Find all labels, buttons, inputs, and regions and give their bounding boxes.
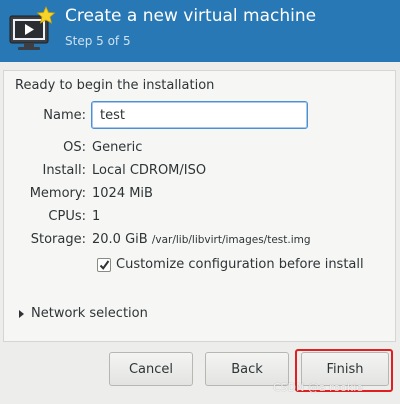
expander-arrow-icon [19, 309, 24, 318]
memory-value: 1024 MiB [92, 186, 153, 201]
cpus-label: CPUs: [48, 209, 86, 224]
customize-checkbox-row[interactable]: Customize configuration before install [97, 257, 364, 272]
storage-size: 20.0 GiB [92, 232, 148, 247]
network-selection-expander[interactable]: Network selection [19, 306, 148, 321]
wizard-title: Create a new virtual machine [65, 6, 317, 26]
storage-label: Storage: [30, 232, 86, 247]
os-label: OS: [63, 140, 86, 155]
wizard-step-indicator: Step 5 of 5 [65, 34, 131, 48]
storage-path: /var/lib/libvirt/images/test.img [151, 234, 311, 246]
watermark: CSDN @a rookie [273, 381, 364, 394]
install-value: Local CDROM/ISO [92, 163, 207, 178]
storage-value: 20.0 GiB /var/lib/libvirt/images/test.im… [92, 232, 311, 247]
checkmark-icon [99, 259, 110, 270]
install-label: Install: [42, 163, 86, 178]
name-label: Name: [43, 108, 86, 123]
os-value: Generic [92, 140, 143, 155]
summary-heading: Ready to begin the installation [15, 78, 215, 93]
customize-checkbox[interactable] [97, 257, 111, 272]
cpus-value: 1 [92, 209, 101, 224]
wizard-header: Create a new virtual machine Step 5 of 5 [0, 0, 400, 62]
name-input[interactable] [91, 101, 308, 129]
cancel-button[interactable]: Cancel [109, 352, 193, 386]
network-selection-label: Network selection [31, 306, 148, 321]
virtual-machine-monitor-icon [6, 6, 56, 52]
memory-label: Memory: [29, 186, 86, 201]
customize-label: Customize configuration before install [116, 257, 364, 272]
